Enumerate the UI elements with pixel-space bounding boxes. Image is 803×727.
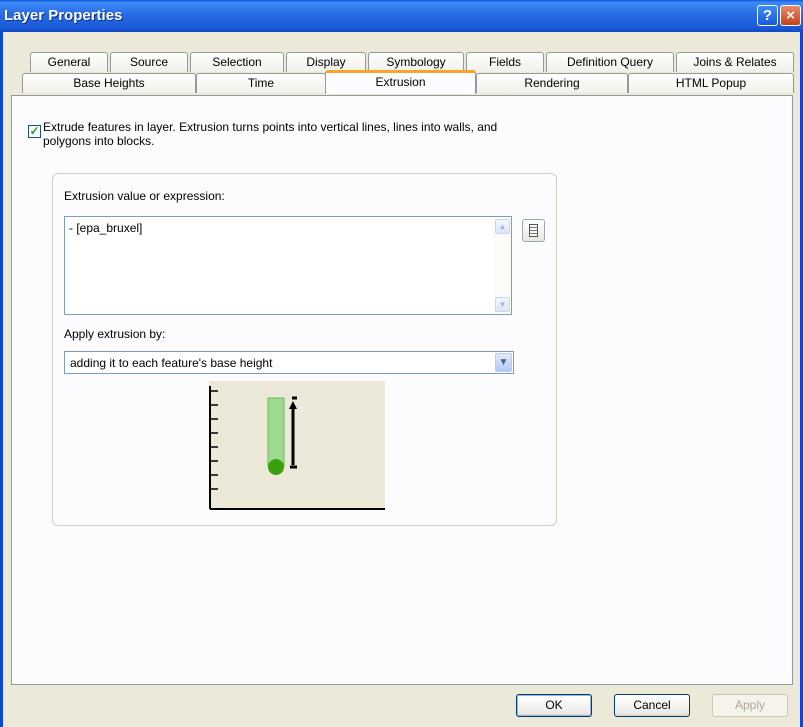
apply-extrusion-dropdown[interactable]: adding it to each feature's base height … [64, 351, 514, 374]
extrude-checkbox-label[interactable]: Extrude features in layer. Extrusion tur… [43, 120, 523, 148]
tab-display[interactable]: Display [286, 52, 366, 72]
tab-joins-relates[interactable]: Joins & Relates [676, 52, 794, 72]
tab-definition-query[interactable]: Definition Query [546, 52, 674, 72]
scroll-down-button[interactable]: ▼ [495, 297, 510, 312]
checkmark-icon: ✓ [29, 124, 40, 138]
expression-textbox[interactable]: - [epa_bruxel] ▲ ▼ [64, 216, 512, 315]
expression-builder-button[interactable] [522, 219, 545, 242]
chevron-up-icon: ▲ [498, 222, 507, 231]
extrusion-diagram-graphic [209, 386, 385, 510]
cancel-button[interactable]: Cancel [614, 694, 690, 717]
expression-value: - [epa_bruxel] [69, 221, 143, 235]
tab-rendering[interactable]: Rendering [476, 73, 628, 93]
apply-extrusion-label: Apply extrusion by: [64, 327, 166, 341]
help-icon: ? [762, 7, 773, 24]
close-icon: × [786, 7, 795, 24]
expression-label: Extrusion value or expression: [64, 189, 225, 203]
tab-html-popup[interactable]: HTML Popup [628, 73, 794, 93]
extrude-checkbox[interactable]: ✓ [28, 125, 41, 138]
apply-extrusion-selected: adding it to each feature's base height [70, 356, 273, 370]
help-button[interactable]: ? [757, 5, 778, 26]
ok-button[interactable]: OK [516, 694, 592, 717]
title-bar: Layer Properties ? × [0, 0, 803, 32]
tab-extrusion[interactable]: Extrusion [325, 70, 476, 94]
close-button[interactable]: × [780, 5, 801, 26]
tab-general[interactable]: General [30, 52, 108, 72]
tab-time[interactable]: Time [196, 73, 326, 93]
tab-selection[interactable]: Selection [190, 52, 284, 72]
tab-fields[interactable]: Fields [466, 52, 544, 72]
tab-base-heights[interactable]: Base Heights [22, 73, 196, 93]
calculator-icon [529, 224, 538, 237]
scroll-up-button[interactable]: ▲ [495, 219, 510, 234]
tab-symbology[interactable]: Symbology [368, 52, 464, 72]
chevron-down-icon[interactable]: ▼ [495, 353, 512, 372]
expression-scrollbar[interactable]: ▲ ▼ [494, 217, 511, 314]
apply-button[interactable]: Apply [712, 694, 788, 717]
window-title: Layer Properties [4, 7, 123, 24]
tab-source[interactable]: Source [110, 52, 188, 72]
chevron-down-icon: ▼ [498, 300, 507, 309]
extrusion-diagram [209, 381, 385, 510]
window-frame-left [0, 32, 3, 727]
